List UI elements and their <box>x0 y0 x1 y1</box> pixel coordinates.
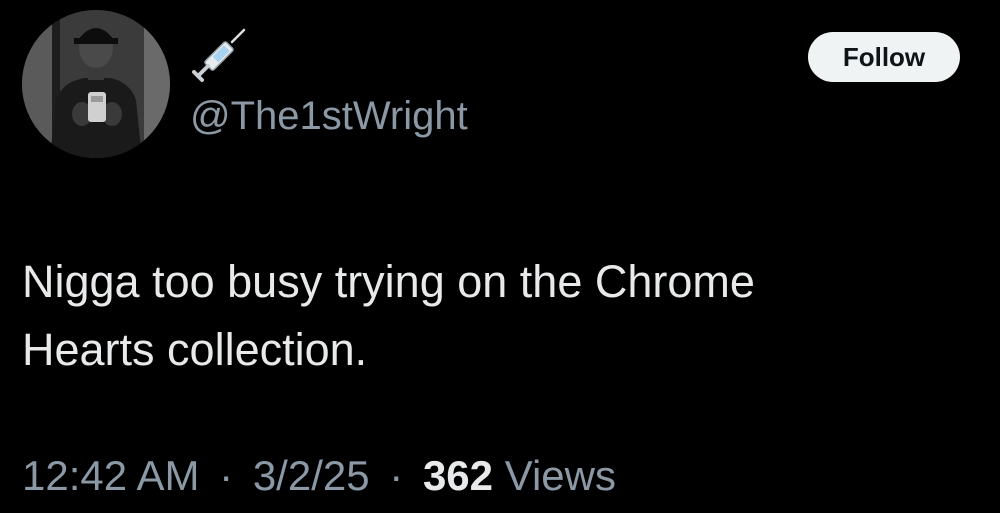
avatar[interactable] <box>22 10 170 158</box>
display-name[interactable] <box>190 28 246 88</box>
tweet-text: Nigga too busy trying on the Chrome Hear… <box>22 248 962 384</box>
follow-button[interactable]: Follow <box>808 32 960 82</box>
views-count[interactable]: 362 <box>423 452 493 499</box>
syringe-icon <box>190 28 246 89</box>
tweet-date[interactable]: 3/2/25 <box>253 452 370 499</box>
tweet-text-line: Hearts collection. <box>22 324 368 375</box>
views-label: Views <box>504 452 616 499</box>
tweet-card: @The1stWright Follow Nigga too busy tryi… <box>0 0 1000 513</box>
tweet-meta: 12:42 AM · 3/2/25 · 362 Views <box>22 452 616 500</box>
meta-separator: · <box>219 452 234 499</box>
author-handle[interactable]: @The1stWright <box>190 94 468 139</box>
tweet-time[interactable]: 12:42 AM <box>22 452 199 499</box>
meta-separator: · <box>389 452 404 499</box>
tweet-text-line: Nigga too busy trying on the Chrome <box>22 256 755 307</box>
